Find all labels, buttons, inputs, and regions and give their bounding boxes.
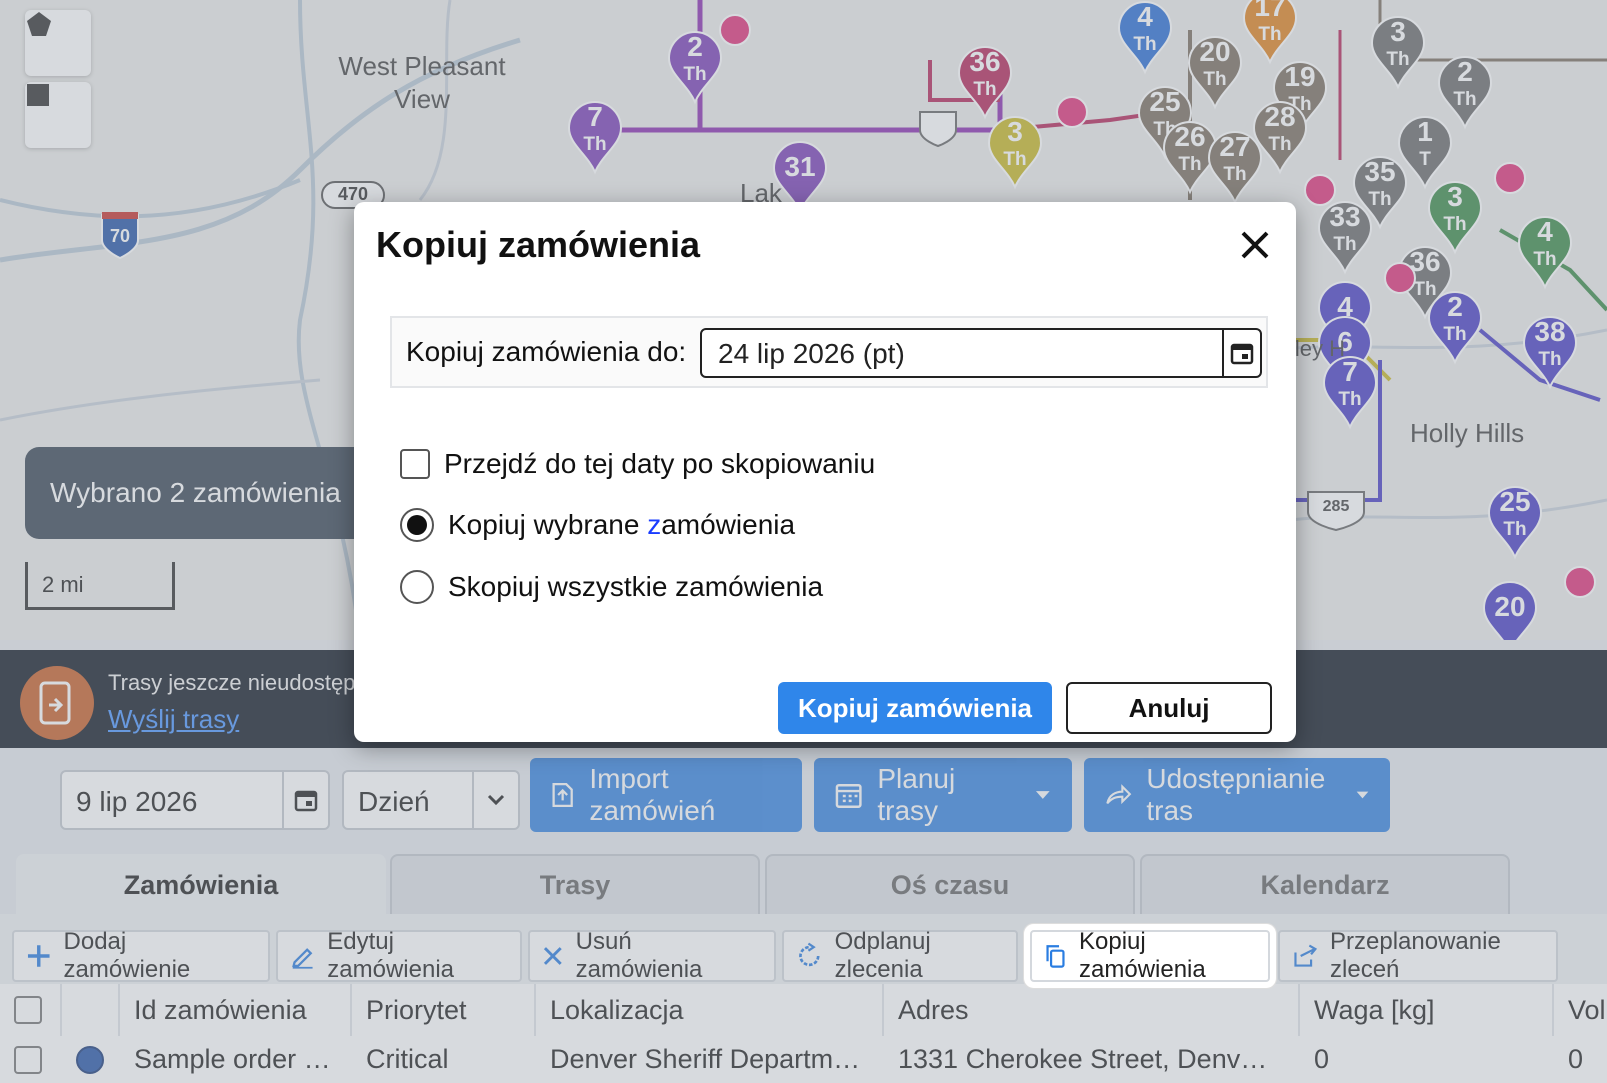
copy-orders-button[interactable]: Kopiuj zamówienia <box>1030 928 1270 983</box>
goto-date-checkbox[interactable] <box>400 449 430 479</box>
calendar-icon[interactable] <box>1222 330 1260 376</box>
goto-date-option[interactable]: Przejdź do tej daty po skopiowaniu <box>400 448 875 480</box>
copy-all-option[interactable]: Skopiuj wszystkie zamówienia <box>400 570 823 604</box>
dialog-title: Kopiuj zamówienia <box>376 224 701 265</box>
confirm-copy-button[interactable]: Kopiuj zamówienia <box>778 682 1052 734</box>
copy-orders-dialog: Kopiuj zamówienia Kopiuj zamówienia do: … <box>354 202 1296 742</box>
goto-date-label: Przejdź do tej daty po skopiowaniu <box>444 448 876 479</box>
target-date-row: Kopiuj zamówienia do: 24 lip 2026 (pt) <box>390 316 1268 388</box>
copy-all-label: Skopiuj wszystkie zamówienia <box>448 571 824 602</box>
cancel-button[interactable]: Anuluj <box>1066 682 1272 734</box>
copy-icon <box>1046 945 1065 968</box>
target-date-label: Kopiuj zamówienia do: <box>406 336 687 367</box>
target-date-input[interactable]: 24 lip 2026 (pt) <box>700 328 1262 378</box>
copy-orders-label: Kopiuj zamówienia <box>1079 928 1206 983</box>
copy-selected-radio[interactable] <box>400 508 434 542</box>
copy-all-radio[interactable] <box>400 570 434 604</box>
copy-selected-label: Kopiuj wybrane zamówienia <box>448 509 796 540</box>
target-date-value: 24 lip 2026 (pt) <box>718 338 905 369</box>
close-icon[interactable] <box>1238 228 1272 262</box>
copy-selected-option[interactable]: Kopiuj wybrane zamówienia <box>400 508 795 542</box>
